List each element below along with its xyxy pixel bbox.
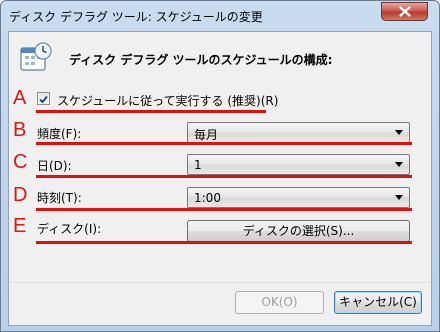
chevron-down-icon — [395, 162, 403, 167]
calendar-clock-icon — [19, 42, 53, 76]
close-icon — [398, 6, 411, 17]
annotation-underline-b — [36, 142, 412, 145]
disk-label: ディスク(I): — [37, 222, 102, 236]
cancel-button[interactable]: キャンセル(C) — [334, 291, 422, 314]
annotation-marker-b: B — [13, 119, 27, 141]
select-disks-button[interactable]: ディスクの選択(S)... — [187, 220, 410, 242]
check-icon — [39, 89, 48, 108]
annotation-marker-d: D — [13, 184, 28, 206]
ok-button[interactable]: OK(O) — [235, 291, 324, 314]
dialog-content: ディスク デフラグ ツールのスケジュールの構成: A スケジュールに従って実行す… — [8, 31, 432, 326]
time-value: 1:00 — [194, 191, 221, 205]
day-label: 日(D): — [37, 159, 72, 173]
page-title: ディスク デフラグ ツールのスケジュールの構成: — [69, 53, 333, 67]
title-bar[interactable]: ディスク デフラグ ツール: スケジュールの変更 — [1, 1, 439, 31]
annotation-marker-e: E — [13, 215, 27, 237]
annotation-underline-e — [36, 241, 412, 244]
annotation-marker-c: C — [13, 151, 28, 173]
annotation-underline-c — [36, 175, 412, 178]
frequency-dropdown[interactable]: 毎月 — [187, 122, 410, 143]
dialog-window: ディスク デフラグ ツール: スケジュールの変更 ディスク デフラグ ツールのス… — [0, 0, 440, 332]
frequency-label: 頻度(F): — [37, 127, 82, 141]
window-title: ディスク デフラグ ツール: スケジュールの変更 — [9, 10, 263, 24]
annotation-underline-a — [36, 110, 266, 113]
chevron-down-icon — [395, 195, 403, 200]
annotation-marker-a: A — [13, 87, 27, 109]
time-label: 時刻(T): — [37, 191, 82, 205]
schedule-checkbox[interactable] — [37, 92, 50, 105]
chevron-down-icon — [395, 130, 403, 135]
footer-divider — [9, 282, 431, 283]
frequency-value: 毎月 — [194, 128, 219, 142]
annotation-underline-d — [36, 208, 412, 211]
schedule-checkbox-label[interactable]: スケジュールに従って実行する (推奨)(R) — [57, 92, 278, 109]
day-value: 1 — [194, 158, 202, 172]
day-dropdown[interactable]: 1 — [187, 154, 410, 175]
close-button[interactable] — [381, 2, 428, 21]
time-dropdown[interactable]: 1:00 — [187, 187, 410, 208]
